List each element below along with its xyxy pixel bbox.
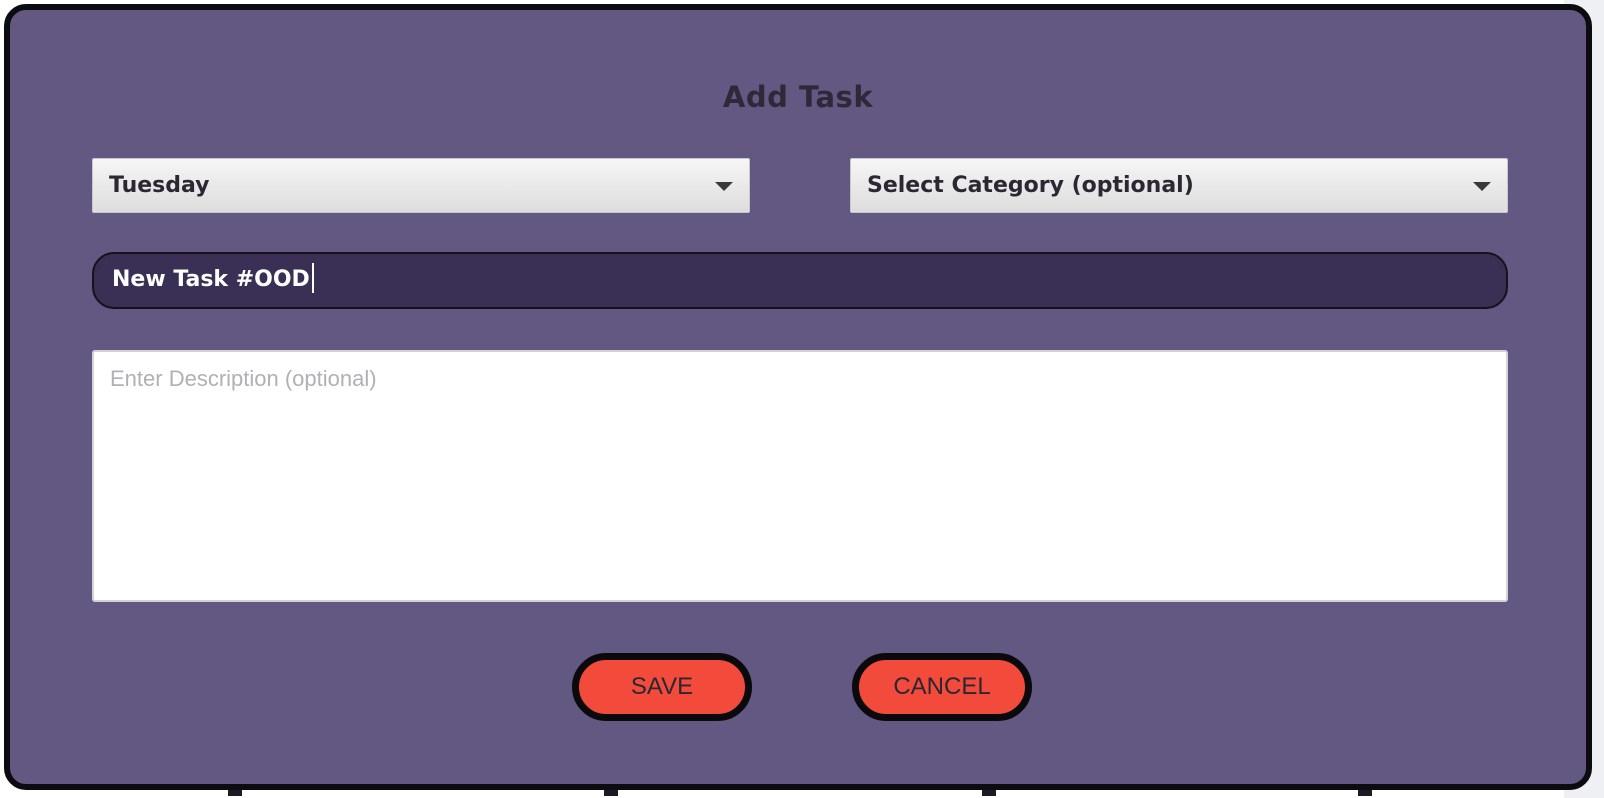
- text-cursor: [311, 263, 314, 293]
- description-textarea[interactable]: Enter Description (optional): [92, 350, 1508, 602]
- category-select-value: Select Category (optional): [867, 173, 1194, 198]
- caret-down-icon: [715, 182, 733, 191]
- task-title-value: New Task #OOD: [112, 263, 314, 293]
- backdrop-tick: [1358, 790, 1372, 796]
- cancel-button[interactable]: CANCEL: [852, 653, 1032, 721]
- day-select[interactable]: Tuesday: [92, 158, 750, 213]
- dialog-title: Add Task: [722, 80, 874, 114]
- task-title-input[interactable]: New Task #OOD: [92, 252, 1508, 309]
- caret-down-icon: [1473, 182, 1491, 191]
- day-select-value: Tuesday: [109, 173, 210, 198]
- backdrop-tick: [604, 790, 618, 796]
- category-select[interactable]: Select Category (optional): [850, 158, 1508, 213]
- task-title-text: New Task #OOD: [112, 267, 310, 292]
- backdrop-tick: [228, 790, 242, 796]
- description-placeholder: Enter Description (optional): [110, 366, 377, 391]
- add-task-dialog: Add Task Tuesday Select Category (option…: [4, 4, 1592, 790]
- save-button[interactable]: SAVE: [572, 653, 752, 721]
- backdrop-tick: [982, 790, 996, 796]
